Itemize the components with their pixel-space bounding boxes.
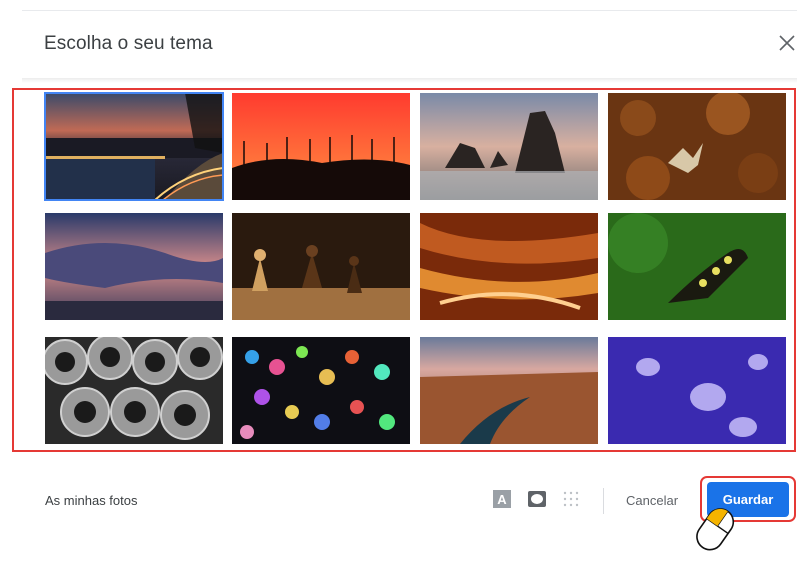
theme-sea-rocks[interactable] xyxy=(420,93,598,200)
mouse-cursor-icon xyxy=(680,500,744,563)
theme-jellyfish[interactable] xyxy=(608,337,786,444)
theme-caterpillar[interactable] xyxy=(608,213,786,320)
dialog-title: Escolha o seu tema xyxy=(44,33,213,54)
text-background-icon[interactable]: A xyxy=(493,490,511,508)
theme-city-river-night[interactable] xyxy=(44,92,224,201)
my-photos-link[interactable]: As minhas fotos xyxy=(45,493,138,508)
close-icon[interactable] xyxy=(776,32,797,54)
cancel-button[interactable]: Cancelar xyxy=(626,493,678,508)
theme-chess-pieces[interactable] xyxy=(232,213,410,320)
footer-divider xyxy=(603,488,604,514)
theme-river-canyon[interactable] xyxy=(420,337,598,444)
header-divider xyxy=(22,78,797,83)
theme-bokeh-lights[interactable] xyxy=(232,337,410,444)
blur-icon[interactable] xyxy=(562,490,580,508)
top-divider xyxy=(22,10,797,11)
vignette-icon[interactable] xyxy=(528,490,546,508)
theme-autumn-leaves[interactable] xyxy=(608,93,786,200)
theme-grid xyxy=(44,92,797,450)
theme-pipes[interactable] xyxy=(45,337,223,444)
theme-canyon[interactable] xyxy=(420,213,598,320)
theme-wind-turbines-sunset[interactable] xyxy=(232,93,410,200)
theme-stormy-sky[interactable] xyxy=(45,213,223,320)
svg-text:A: A xyxy=(497,492,507,507)
